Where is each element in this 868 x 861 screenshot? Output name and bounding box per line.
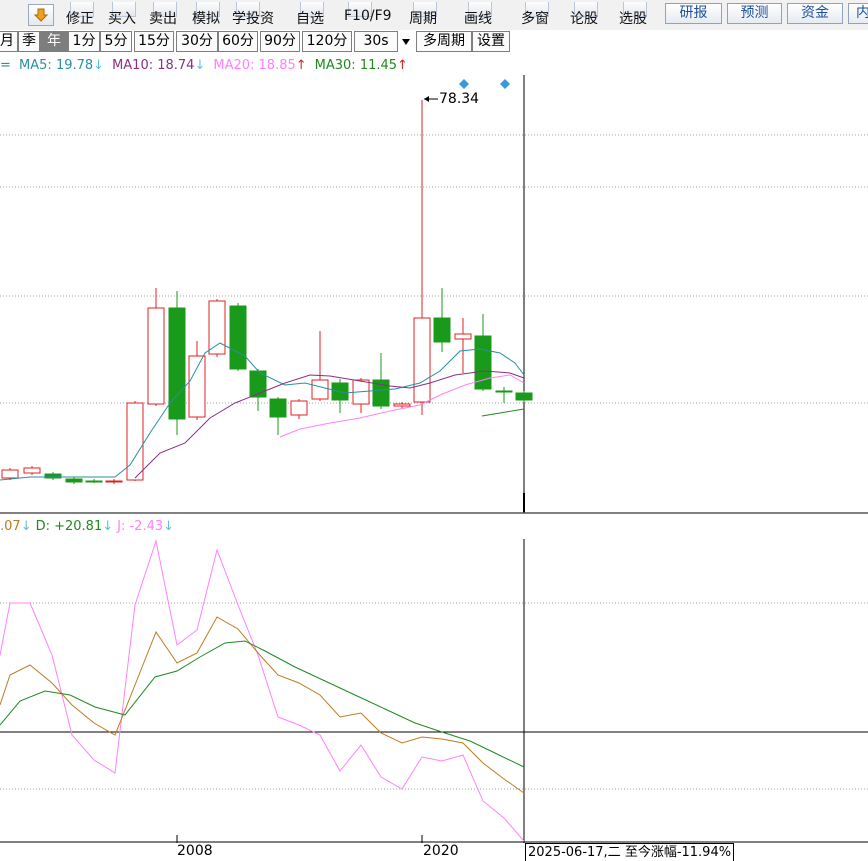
toolbar-discuss-stock[interactable]: 论股 <box>570 8 598 28</box>
price-chart[interactable]: 78.34 <box>0 53 868 515</box>
toolbar-draw-line[interactable]: 画线 <box>464 8 492 28</box>
period-tab-9[interactable]: 120分 <box>302 31 352 52</box>
kdj-legend-arrow: ↓ <box>102 519 114 534</box>
candle-body <box>393 403 411 407</box>
toolbar-stock-picker[interactable]: 选股 <box>619 8 647 28</box>
multi-period-button[interactable]: 多周期 <box>416 31 472 52</box>
ma-legend-value: MA10: 18.74 <box>112 58 195 73</box>
candle-body <box>454 333 472 340</box>
period-tab-10[interactable]: 30s <box>354 31 398 52</box>
max-label-arrow-icon <box>424 96 429 102</box>
kdj-legend-value: .07 <box>0 519 21 534</box>
year-label-2008: 2008 <box>177 843 213 859</box>
toolbar-watchlist[interactable]: 自选 <box>296 8 324 28</box>
candle-body <box>126 402 144 481</box>
event-marker-diamond-icon[interactable] <box>459 79 469 89</box>
toolbar-sell[interactable]: 卖出 <box>149 8 177 28</box>
settings-button[interactable]: 设置 <box>472 31 510 52</box>
ma-legend-value: MA30: 11.45 <box>314 58 398 73</box>
ma-legend-item: MA20: 18.85↑ <box>213 58 310 73</box>
ma-legend-arrow: ↓ <box>93 58 105 73</box>
candle-body <box>290 400 308 416</box>
status-readout: 2025-06-17,二 至今涨幅-11.94% <box>525 843 735 861</box>
candle-body <box>515 392 533 401</box>
ma30-line <box>481 408 525 417</box>
candle-body <box>229 305 247 370</box>
period-tab-0[interactable]: 月 <box>0 31 18 52</box>
candle-body <box>1 469 19 479</box>
kdj-legend-item: D: +20.81↓ <box>36 519 114 534</box>
kdj-legend-value: D: +20.81 <box>35 519 103 534</box>
ma-legend-item: MA5: 19.78↓ <box>19 58 108 73</box>
period-tab-7[interactable]: 60分 <box>218 31 258 52</box>
toolbar-learn-invest[interactable]: 学投资 <box>232 8 274 28</box>
period-tab-4[interactable]: 5分 <box>100 31 132 52</box>
kdj-legend: .07↓ D: +20.81↓ J: -2.43↓ <box>0 519 178 534</box>
ma-legend-item: MA30: 11.45↑ <box>315 58 412 73</box>
candle-body <box>147 307 165 405</box>
d-line <box>0 640 525 768</box>
ma5-line <box>0 342 525 481</box>
toolbar: 修正买入卖出模拟学投资 自选 F10/F9 周期 画线 多窗 论股 选股 研报预测资金内 <box>0 0 868 30</box>
kdj-legend-arrow: ↓ <box>20 519 32 534</box>
toolbar-f10-f9[interactable]: F10/F9 <box>344 8 392 24</box>
ma-legend-item: MA10: 18.74↓ <box>112 58 209 73</box>
period-tab-5[interactable]: 15分 <box>134 31 174 52</box>
candle-body <box>105 480 123 483</box>
candle-body <box>413 317 431 403</box>
period-tab-2[interactable]: 年 <box>40 31 68 52</box>
toolbar-buy[interactable]: 买入 <box>108 8 136 28</box>
kdj-legend-item: .07↓ <box>0 519 32 534</box>
kdj-chart[interactable] <box>0 515 868 843</box>
max-price-label: 78.34 <box>439 91 479 107</box>
toolbar-period[interactable]: 周期 <box>409 8 437 28</box>
ma-legend: = MA5: 19.78↓ MA10: 18.74↓ MA20: 18.85↑ MA3… <box>0 58 420 73</box>
candle-body <box>269 398 287 418</box>
candle-body <box>168 307 186 420</box>
period-tab-6[interactable]: 30分 <box>176 31 218 52</box>
more-button[interactable]: 内 <box>848 3 868 24</box>
kdj-legend-item: J: -2.43↓ <box>117 519 174 534</box>
period-tab-1[interactable]: 季 <box>18 31 40 52</box>
chevron-down-icon[interactable] <box>401 38 411 46</box>
k-line <box>0 616 525 794</box>
toolbar-simulate[interactable]: 模拟 <box>192 8 220 28</box>
candle-body <box>23 467 41 474</box>
period-tab-8[interactable]: 90分 <box>260 31 300 52</box>
ma-legend-arrow: ↑ <box>295 58 307 73</box>
toolbar-revise[interactable]: 修正 <box>66 8 94 28</box>
candle-body <box>311 379 329 400</box>
ma-legend-value: MA5: 19.78 <box>19 58 94 73</box>
down-arrow-icon <box>34 8 48 22</box>
candle-body <box>495 390 513 393</box>
toolbar-multi-window[interactable]: 多窗 <box>521 8 549 28</box>
forecast-button[interactable]: 预测 <box>727 3 782 24</box>
event-marker-diamond-icon[interactable] <box>500 79 510 89</box>
ma-legend-arrow: ↑ <box>397 58 408 73</box>
kdj-legend-arrow: ↓ <box>163 519 175 534</box>
candle-body <box>65 478 83 483</box>
period-bar: 月季年 1分 5分 15分 30分 60分 90分 120分 30s 多周期 设置 <box>0 30 868 53</box>
capital-flow-button[interactable]: 资金 <box>787 3 843 24</box>
down-arrow-button[interactable] <box>28 4 54 26</box>
kdj-legend-value: J: -2.43 <box>117 519 164 534</box>
candle-body <box>433 317 451 343</box>
candle-body <box>208 300 226 355</box>
ma-legend-value: MA20: 18.85 <box>213 58 296 73</box>
research-report-button[interactable]: 研报 <box>665 3 722 24</box>
j-line <box>0 539 525 842</box>
candle-body <box>85 480 103 483</box>
ma-legend-arrow: ↓ <box>194 58 206 73</box>
period-tab-3[interactable]: 1分 <box>68 31 100 52</box>
ma-legend-prefix: = <box>0 58 11 73</box>
year-label-2020: 2020 <box>423 843 459 859</box>
candle-body <box>188 355 206 418</box>
